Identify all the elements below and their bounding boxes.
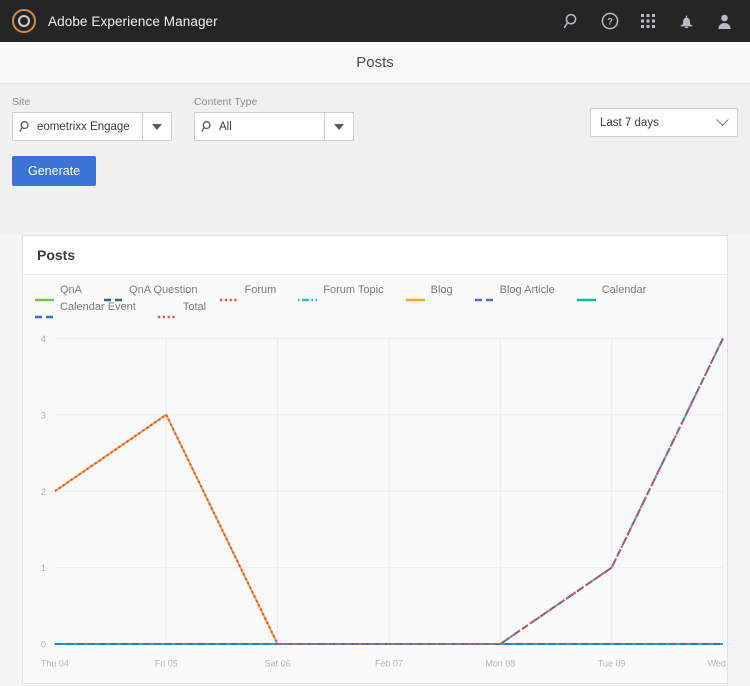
y-axis-tick-label: 1 (41, 563, 46, 573)
legend-item[interactable]: Total (157, 301, 207, 318)
page-title-bar: Posts (0, 42, 750, 84)
content-type-combobox[interactable]: All (194, 112, 354, 141)
legend-swatch-icon (576, 289, 596, 301)
chart-legend: QnA QnA Question Forum Forum Topic Blog Blog … (23, 275, 723, 324)
search-icon[interactable] (562, 11, 582, 31)
legend-item[interactable]: Blog (405, 284, 453, 301)
user-avatar-icon[interactable] (714, 11, 734, 31)
x-axis-tick-label: Fri 05 (155, 658, 178, 668)
site-dropdown-button[interactable] (143, 112, 172, 141)
site-input-wrapper[interactable]: eometrixx Engage (12, 112, 143, 141)
site-input-value: eometrixx Engage (37, 120, 130, 133)
site-filter: Site eometrixx Engage (12, 96, 172, 141)
content-type-label: Content Type (194, 96, 258, 108)
svg-text:?: ? (607, 17, 613, 28)
x-axis-tick-label: Mon 08 (485, 658, 515, 668)
search-icon (19, 120, 32, 133)
x-axis-tick-label: Tue 09 (598, 658, 626, 668)
y-axis-tick-label: 3 (41, 410, 46, 420)
content-type-input-value: All (219, 120, 232, 133)
y-axis-tick-label: 2 (41, 487, 46, 497)
legend-label: Blog Article (499, 284, 555, 296)
x-axis-tick-label: Wed 10 (708, 658, 727, 668)
solutions-grid-icon[interactable] (638, 11, 658, 31)
logo-ring (18, 15, 30, 27)
legend-item[interactable]: QnA Question (104, 284, 198, 301)
x-axis-tick-label: Feb 07 (375, 658, 403, 668)
legend-item[interactable]: Forum Topic (298, 284, 384, 301)
content-type-dropdown-button[interactable] (325, 112, 354, 141)
legend-swatch-icon (405, 289, 425, 301)
posts-chart-card: Posts QnA QnA Question Forum Forum Topic Blo… (22, 235, 728, 684)
legend-swatch-icon (35, 306, 54, 318)
app-title: Adobe Experience Manager (48, 13, 218, 29)
search-icon (201, 120, 214, 133)
legend-swatch-icon (35, 289, 54, 301)
legend-item[interactable]: QnA (35, 284, 83, 301)
legend-swatch-icon (474, 289, 494, 301)
site-label: Site (12, 96, 31, 108)
legend-swatch-icon (104, 289, 124, 301)
legend-swatch-icon (157, 306, 177, 318)
chevron-down-icon (716, 113, 729, 127)
generate-button[interactable]: Generate (12, 156, 97, 186)
date-range-select[interactable]: Last 7 days (590, 108, 738, 137)
topbar-icon-group: ? (562, 11, 740, 31)
y-axis-tick-label: 0 (41, 640, 46, 650)
page-title: Posts (356, 54, 394, 71)
x-axis-tick-label: Thu 04 (41, 658, 69, 668)
chevron-down-icon (334, 123, 344, 130)
filters-toolbar: Site eometrixx Engage Content Type All G… (0, 84, 750, 235)
legend-label: Blog (430, 284, 453, 296)
adobe-aem-logo[interactable] (12, 9, 36, 33)
legend-label: Forum (244, 284, 277, 296)
legend-label: Calendar (601, 284, 647, 296)
legend-item[interactable]: Forum (219, 284, 277, 301)
card-header: Posts (23, 236, 727, 275)
line-chart-svg: 0 1 2 3 4 Thu 04 Fri 05 Sat 06 Feb 07 Mon 08 Tue 0… (41, 334, 727, 669)
card-title: Posts (37, 247, 76, 263)
top-navigation-bar: Adobe Experience Manager ? (0, 0, 750, 42)
notifications-bell-icon[interactable] (676, 11, 696, 31)
help-icon[interactable]: ? (600, 11, 620, 31)
legend-label: Calendar Event (60, 301, 136, 313)
legend-swatch-icon (219, 289, 239, 301)
site-combobox[interactable]: eometrixx Engage (12, 112, 172, 141)
legend-item[interactable]: Calendar Event (35, 301, 136, 318)
legend-label: Forum Topic (323, 284, 384, 296)
content-type-input-wrapper[interactable]: All (194, 112, 325, 141)
content-type-filter: Content Type All (194, 96, 354, 141)
legend-item[interactable]: Blog Article (474, 284, 555, 301)
legend-swatch-icon (298, 289, 318, 301)
legend-item[interactable]: Calendar (576, 284, 647, 301)
legend-label: QnA (60, 284, 83, 296)
date-range-value: Last 7 days (600, 116, 659, 129)
legend-label: QnA Question (129, 284, 198, 296)
legend-label: Total (182, 301, 207, 313)
y-axis-tick-label: 4 (41, 334, 46, 344)
chart-plot-area: 0 1 2 3 4 Thu 04 Fri 05 Sat 06 Feb 07 Mon 08 Tue 0… (23, 324, 727, 683)
x-axis-tick-label: Sat 06 (265, 658, 291, 668)
chevron-down-icon (152, 123, 162, 130)
